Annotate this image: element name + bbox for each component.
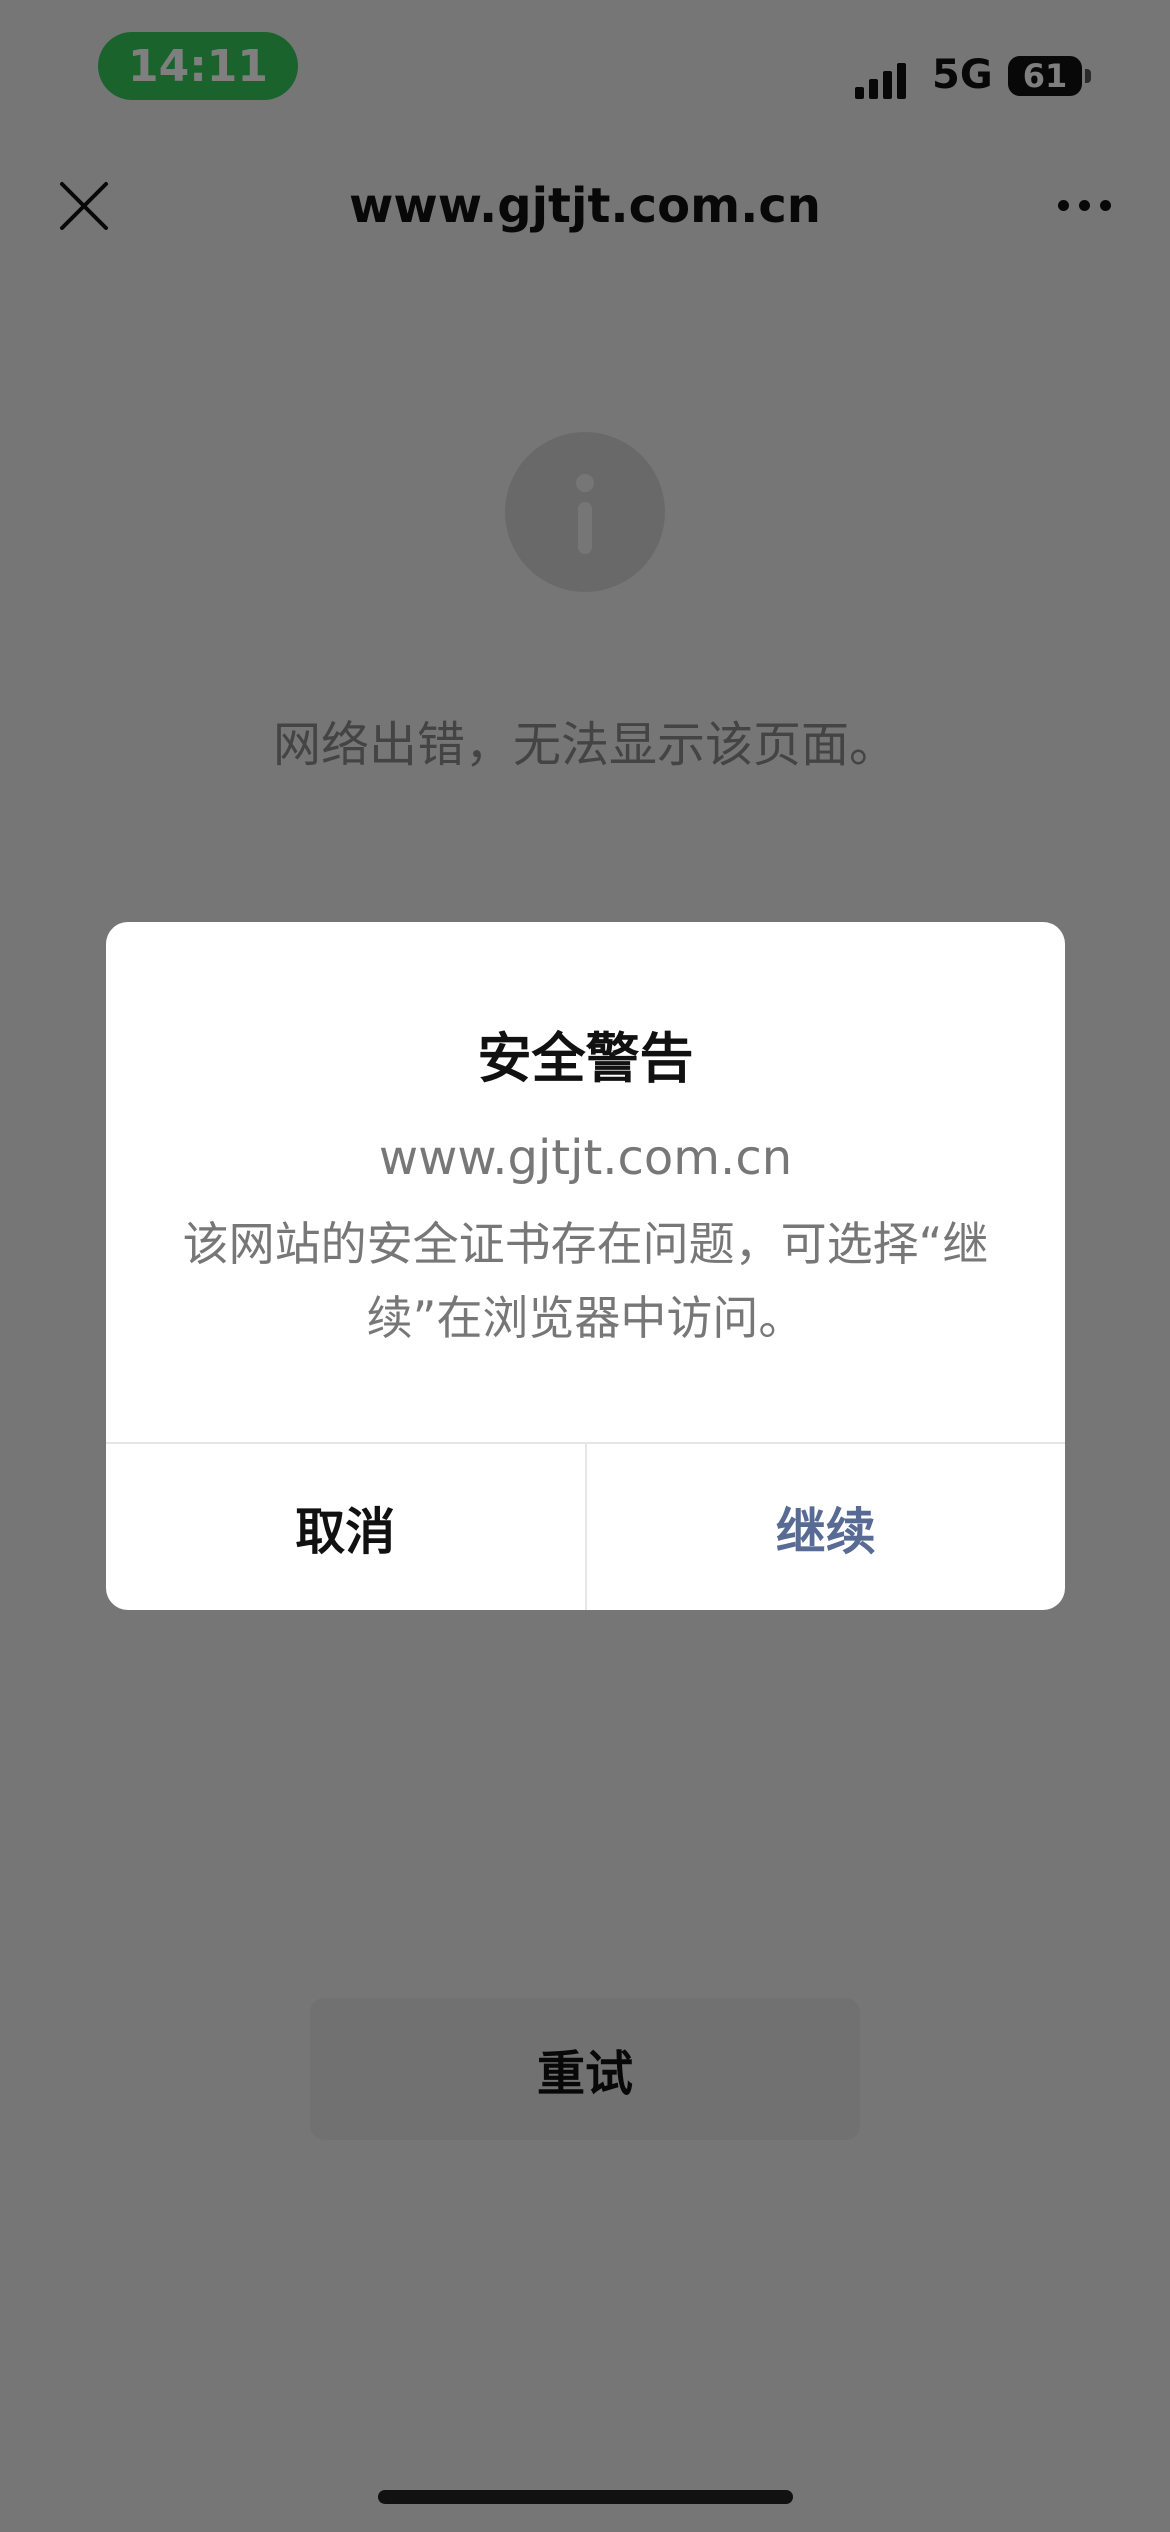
home-indicator[interactable] <box>378 2490 793 2504</box>
dialog-actions: 取消 继续 <box>106 1442 1065 1610</box>
security-warning-dialog: 安全警告 www.gjtjt.com.cn 该网站的安全证书存在问题，可选择“继… <box>106 922 1065 1610</box>
cancel-button[interactable]: 取消 <box>106 1444 587 1610</box>
dialog-title: 安全警告 <box>477 1027 694 1090</box>
dialog-message: 该网站的安全证书存在问题，可选择“继续”在浏览器中访问。 <box>182 1217 989 1345</box>
dialog-url: www.gjtjt.com.cn <box>378 1130 793 1186</box>
continue-button[interactable]: 继续 <box>587 1444 1066 1610</box>
